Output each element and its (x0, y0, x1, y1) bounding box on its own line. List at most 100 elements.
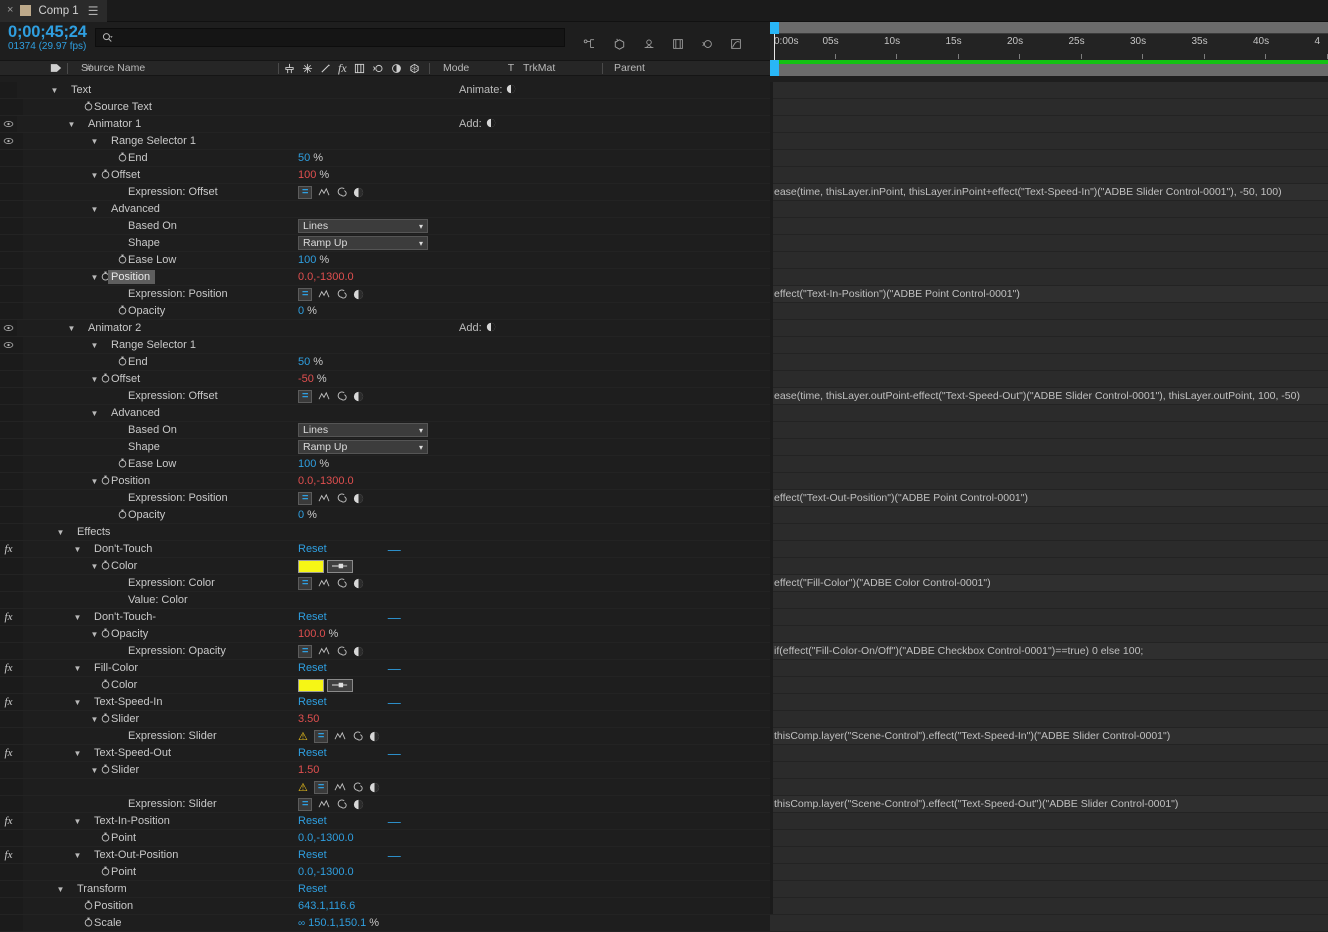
property-value[interactable]: 100 (298, 254, 316, 266)
stopwatch-icon[interactable] (118, 152, 127, 162)
graph-row[interactable] (770, 82, 1328, 914)
property-value-cell[interactable]: 643.1,116.6 (295, 900, 465, 912)
timeline-graph-area[interactable]: ease(time, thisLayer.inPoint, thisLayer.… (770, 82, 1328, 932)
effects-toggle[interactable]: fx (0, 696, 17, 708)
twirl-arrow-icon[interactable]: ▼ (90, 562, 99, 571)
property-value-cell[interactable]: Reset — (295, 542, 465, 557)
stopwatch-icon[interactable] (101, 832, 110, 842)
property-value[interactable]: 150.1,150.1 (308, 917, 366, 929)
graph-row[interactable] (770, 82, 1328, 914)
property-row[interactable]: Value: Color (0, 592, 770, 609)
property-name-cell[interactable]: Expression: Slider (23, 728, 295, 744)
twirl-arrow-icon[interactable]: ▼ (90, 715, 99, 724)
property-name-cell[interactable]: Shape (23, 439, 295, 455)
property-value-cell[interactable]: 100.0% (295, 628, 465, 640)
property-name-cell[interactable]: ▼ Color (23, 558, 295, 574)
property-name-cell[interactable]: Opacity (23, 507, 295, 523)
twirl-arrow-icon[interactable]: ▼ (67, 324, 76, 333)
frame-blend-icon[interactable] (354, 63, 365, 74)
graph-editor-set-icon[interactable] (318, 493, 330, 503)
property-value-cell[interactable]: = (295, 797, 465, 811)
stopwatch-icon[interactable] (101, 713, 110, 723)
expression-text[interactable]: ease(time, thisLayer.inPoint, thisLayer.… (770, 184, 1328, 200)
keyframe-stopwatch[interactable] (99, 832, 111, 845)
property-name-cell[interactable]: Ease Low (23, 456, 295, 472)
twirl-arrow-icon[interactable]: ▼ (73, 613, 82, 622)
property-row[interactable]: ▼ Text Animate: (0, 82, 770, 99)
graph-row[interactable] (770, 82, 1328, 914)
property-name-cell[interactable]: ▼ Animator 2 (17, 320, 289, 336)
keyframe-stopwatch[interactable] (99, 764, 111, 777)
property-name-cell[interactable]: Expression: Position (23, 490, 295, 506)
effect-collapse-icon[interactable]: — (388, 814, 401, 829)
twirl-arrow-icon[interactable]: ▼ (67, 120, 76, 129)
property-value-cell[interactable]: Reset — (295, 610, 465, 625)
property-row[interactable]: ▼ Effects (0, 524, 770, 541)
stopwatch-icon[interactable] (101, 373, 110, 383)
property-name-cell[interactable]: ▼ Animator 1 (17, 116, 289, 132)
property-row[interactable]: Expression: Offset = (0, 184, 770, 201)
property-row[interactable]: ▼ Position 0.0,-1300.0 (0, 269, 770, 286)
stopwatch-icon[interactable] (101, 560, 110, 570)
effects-fx-icon[interactable]: fx (338, 61, 347, 76)
property-row[interactable]: ▼ Slider 1.50 (0, 762, 770, 779)
graph-row[interactable]: if(effect("Fill-Color-On/Off")("ADBE Che… (770, 82, 1328, 914)
stopwatch-icon[interactable] (118, 305, 127, 315)
property-name-cell[interactable]: Expression: Slider (23, 796, 295, 812)
graph-row[interactable] (770, 82, 1328, 914)
reset-link[interactable]: Reset (298, 662, 327, 674)
graph-row[interactable] (770, 82, 1328, 914)
property-value-cell[interactable]: 0.0,-1300.0 (295, 271, 465, 283)
effect-collapse-icon[interactable]: — (388, 695, 401, 710)
expression-text[interactable]: effect("Text-In-Position")("ADBE Point C… (770, 286, 1328, 302)
property-name-cell[interactable]: ▼ Don't-Touch (23, 541, 295, 557)
twirl-arrow-icon[interactable]: ▼ (90, 766, 99, 775)
expression-language-menu-icon[interactable] (353, 289, 364, 300)
property-row[interactable]: fx ▼ Don't-Touch- Reset — (0, 609, 770, 626)
close-icon[interactable]: × (7, 5, 13, 16)
property-row[interactable]: ▼ Animator 1 Add: (0, 116, 770, 133)
expression-language-menu-icon[interactable] (353, 799, 364, 810)
motion-blur-switch-icon[interactable] (372, 63, 384, 74)
graph-row[interactable]: effect("Fill-Color")("ADBE Color Control… (770, 82, 1328, 914)
property-row[interactable]: Expression: Color = (0, 575, 770, 592)
property-row[interactable]: ⚠ = (0, 779, 770, 796)
property-value-cell[interactable]: Reset — (295, 746, 465, 761)
property-value-cell[interactable]: = (295, 287, 465, 301)
reset-link[interactable]: Reset (298, 815, 327, 827)
property-name-cell[interactable]: ▼ Text-Speed-In (23, 694, 295, 710)
property-value-cell[interactable]: ⚠ = (295, 729, 465, 743)
graph-row[interactable] (770, 82, 1328, 914)
property-value-cell[interactable] (295, 678, 465, 692)
pick-whip-icon[interactable] (336, 799, 348, 810)
pick-whip-icon[interactable] (336, 646, 348, 657)
property-row[interactable]: ▼ Animator 2 Add: (0, 320, 770, 337)
effect-collapse-icon[interactable]: — (388, 542, 401, 557)
twirl-arrow-icon[interactable]: ▼ (73, 664, 82, 673)
property-name-cell[interactable]: ▼ Advanced (23, 405, 295, 421)
keyframe-stopwatch[interactable] (116, 509, 128, 522)
property-value[interactable]: 0 (298, 509, 304, 521)
property-value-cell[interactable]: 100% (295, 458, 465, 470)
property-name-cell[interactable]: ▼ Fill-Color (23, 660, 295, 676)
panel-menu-icon[interactable]: ☰ (88, 4, 99, 18)
property-value-cell[interactable]: 100% (295, 254, 465, 266)
property-value-cell[interactable]: 0.0,-1300.0 (295, 832, 465, 844)
property-value-cell[interactable]: 50% (295, 356, 465, 368)
property-name-cell[interactable]: Based On (23, 422, 295, 438)
property-value[interactable]: 3.50 (298, 713, 319, 725)
property-row[interactable]: End 50% (0, 354, 770, 371)
graph-row[interactable]: thisComp.layer("Scene-Control").effect("… (770, 82, 1328, 914)
property-row[interactable]: Position 643.1,116.6 (0, 898, 770, 915)
expression-enable-icon[interactable]: = (313, 780, 329, 794)
stopwatch-icon[interactable] (101, 628, 110, 638)
property-name-cell[interactable]: Expression: Opacity (23, 643, 295, 659)
keyframe-stopwatch[interactable] (99, 169, 111, 182)
twirl-arrow-icon[interactable]: ▼ (90, 409, 99, 418)
current-time-display[interactable]: 0;00;45;24 01374 (29.97 fps) (0, 22, 95, 60)
property-value-cell[interactable]: = (295, 576, 465, 590)
property-value-cell[interactable]: Reset — (295, 695, 465, 710)
property-row[interactable]: ▼ Range Selector 1 (0, 133, 770, 150)
property-value-cell[interactable]: Ramp Up ▾ (295, 236, 465, 250)
property-value[interactable]: 100.0 (298, 628, 326, 640)
